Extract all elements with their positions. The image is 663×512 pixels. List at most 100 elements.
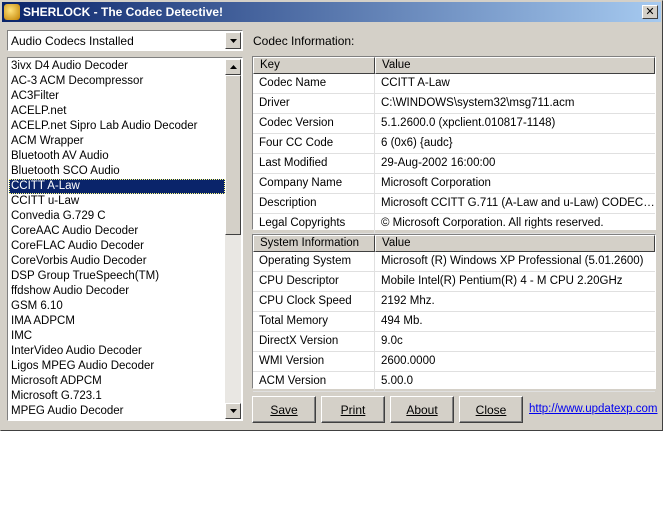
table-row[interactable]: Codec Version 5.1.2600.0 (xpclient.010817… xyxy=(253,114,655,134)
arrow-up-icon xyxy=(229,65,237,69)
table-row[interactable]: Codec Name CCITT A-Law xyxy=(253,74,655,94)
row-key: DirectX Version xyxy=(253,332,375,351)
column-header-system-information[interactable]: System Information xyxy=(253,235,375,252)
save-button[interactable]: Save xyxy=(252,396,316,423)
row-value: 2192 Mhz. xyxy=(381,295,435,307)
row-value: Microsoft CCITT G.711 (A-Law and u-Law) … xyxy=(381,197,655,209)
table-row[interactable]: Four CC Code 6 (0x6) {audc} xyxy=(253,134,655,154)
codec-list-scrollbar[interactable] xyxy=(225,59,241,419)
column-header-key[interactable]: Key xyxy=(253,57,375,74)
codec-list-item[interactable]: CoreFLAC Audio Decoder xyxy=(9,239,225,254)
row-key: CPU Descriptor xyxy=(253,272,375,291)
table-row[interactable]: Total Memory 494 Mb. xyxy=(253,312,655,332)
row-key: Last Modified xyxy=(253,154,375,173)
print-button[interactable]: Print xyxy=(321,396,385,423)
row-key: Company Name xyxy=(253,174,375,193)
close-window-button[interactable]: ✕ xyxy=(642,5,658,19)
codec-list-item[interactable]: MPEG Audio Decoder xyxy=(9,404,225,419)
row-key: Codec Name xyxy=(253,74,375,93)
row-value: Microsoft Corporation xyxy=(381,177,491,189)
system-table-header: System Information Value xyxy=(253,235,655,252)
save-button-label: Save xyxy=(270,402,298,417)
about-button[interactable]: About xyxy=(390,396,454,423)
row-key: CPU Clock Speed xyxy=(253,292,375,311)
codec-list-item[interactable]: AC3Filter xyxy=(9,89,225,104)
codec-list-item[interactable]: DSP Group TrueSpeech(TM) xyxy=(9,269,225,284)
sherlock-window: SHERLOCK - The Codec Detective! ✕ Audio … xyxy=(0,0,663,431)
scroll-thumb[interactable] xyxy=(225,75,241,235)
codec-list-item[interactable]: Ligos MPEG Audio Decoder xyxy=(9,359,225,374)
codec-list-item[interactable]: Microsoft G.723.1 xyxy=(9,389,225,404)
row-value: 5.1.2600.0 (xpclient.010817-1148) xyxy=(381,117,556,129)
row-key: WMI Version xyxy=(253,352,375,371)
scroll-up-button[interactable] xyxy=(225,59,241,75)
codec-list-item[interactable]: CoreAAC Audio Decoder xyxy=(9,224,225,239)
codec-information-label: Codec Information: xyxy=(253,34,355,48)
dropdown-arrow-button[interactable] xyxy=(225,32,241,49)
table-row[interactable]: CPU Clock Speed 2192 Mhz. xyxy=(253,292,655,312)
codec-list-item[interactable]: Bluetooth AV Audio xyxy=(9,149,225,164)
codec-list-item[interactable]: CCITT u-Law xyxy=(9,194,225,209)
codec-list-item[interactable]: Convedia G.729 C xyxy=(9,209,225,224)
codec-information-table: Key Value Codec Name CCITT A-Law Driver C:\… xyxy=(252,56,656,234)
codec-list[interactable]: 3ivx D4 Audio Decoder AC-3 ACM Decompress… xyxy=(7,57,243,421)
codec-list-item[interactable]: ACELP.net xyxy=(9,104,225,119)
table-row[interactable]: WMI Version 2600.0000 xyxy=(253,352,655,372)
row-key: Codec Version xyxy=(253,114,375,133)
codec-table-header: Key Value xyxy=(253,57,655,74)
codec-list-item[interactable]: IMC xyxy=(9,329,225,344)
codec-list-item[interactable]: MPEG Layer-3 xyxy=(9,419,225,420)
updatexp-website-link[interactable]: http://www.updatexp.com xyxy=(529,403,657,415)
chevron-down-icon xyxy=(229,38,237,43)
column-header-value[interactable]: Value xyxy=(375,57,655,74)
codec-list-item[interactable]: CoreVorbis Audio Decoder xyxy=(9,254,225,269)
row-value: 9.0c xyxy=(381,335,403,347)
system-table-body: Operating System Microsoft (R) Windows XP… xyxy=(253,252,655,392)
table-row[interactable]: Operating System Microsoft (R) Windows XP… xyxy=(253,252,655,272)
row-value: © Microsoft Corporation. All rights rese… xyxy=(381,217,604,229)
row-value: 2600.0000 xyxy=(381,355,436,367)
codec-list-item[interactable]: 3ivx D4 Audio Decoder xyxy=(9,59,225,74)
codec-list-item[interactable]: ffdshow Audio Decoder xyxy=(9,284,225,299)
sherlock-app-icon xyxy=(4,4,20,20)
table-row[interactable]: Company Name Microsoft Corporation xyxy=(253,174,655,194)
row-value: 5.00.0 xyxy=(381,375,413,387)
title-bar: SHERLOCK - The Codec Detective! ✕ xyxy=(2,2,661,22)
table-row[interactable]: ACM Version 5.00.0 xyxy=(253,372,655,392)
table-row[interactable]: Legal Copyrights © Microsoft Corporation.… xyxy=(253,214,655,234)
close-icon: ✕ xyxy=(645,5,655,18)
table-row[interactable]: CPU Descriptor Mobile Intel(R) Pentium(R)… xyxy=(253,272,655,292)
codec-list-item[interactable]: IMA ADPCM xyxy=(9,314,225,329)
arrow-down-icon xyxy=(229,409,237,413)
scroll-down-button[interactable] xyxy=(225,403,241,419)
table-row[interactable]: Description Microsoft CCITT G.711 (A-Law … xyxy=(253,194,655,214)
row-key: Driver xyxy=(253,94,375,113)
row-key: Description xyxy=(253,194,375,213)
print-button-label: Print xyxy=(340,402,366,417)
system-information-table: System Information Value Operating Syste… xyxy=(252,234,656,392)
row-value: Microsoft (R) Windows XP Professional (5… xyxy=(381,255,644,267)
codec-list-items: 3ivx D4 Audio Decoder AC-3 ACM Decompress… xyxy=(9,59,225,420)
table-row[interactable]: DirectX Version 9.0c xyxy=(253,332,655,352)
codec-list-item[interactable]: ACM Wrapper xyxy=(9,134,225,149)
close-button[interactable]: Close xyxy=(459,396,523,423)
row-key: Four CC Code xyxy=(253,134,375,153)
row-value: CCITT A-Law xyxy=(381,77,450,89)
table-row[interactable]: Last Modified 29-Aug-2002 16:00:00 xyxy=(253,154,655,174)
row-value: C:\WINDOWS\system32\msg711.acm xyxy=(381,97,575,109)
about-button-label: About xyxy=(406,402,438,417)
codec-table-body: Codec Name CCITT A-Law Driver C:\WINDOWS\sy… xyxy=(253,74,655,234)
table-row[interactable]: Driver C:\WINDOWS\system32\msg711.acm xyxy=(253,94,655,114)
row-value: Mobile Intel(R) Pentium(R) 4 - M CPU 2.2… xyxy=(381,275,623,287)
codec-list-item[interactable]: AC-3 ACM Decompressor xyxy=(9,74,225,89)
codec-list-item[interactable]: Microsoft ADPCM xyxy=(9,374,225,389)
codec-list-item[interactable]: CCITT A-Law xyxy=(9,179,225,194)
codec-list-item[interactable]: InterVideo Audio Decoder xyxy=(9,344,225,359)
codec-list-item[interactable]: ACELP.net Sipro Lab Audio Decoder xyxy=(9,119,225,134)
codec-list-item[interactable]: Bluetooth SCO Audio xyxy=(9,164,225,179)
codec-type-dropdown[interactable]: Audio Codecs Installed xyxy=(7,30,243,51)
codec-list-item[interactable]: GSM 6.10 xyxy=(9,299,225,314)
row-key: Legal Copyrights xyxy=(253,214,375,233)
column-header-value[interactable]: Value xyxy=(375,235,655,252)
close-button-label: Close xyxy=(475,402,507,417)
